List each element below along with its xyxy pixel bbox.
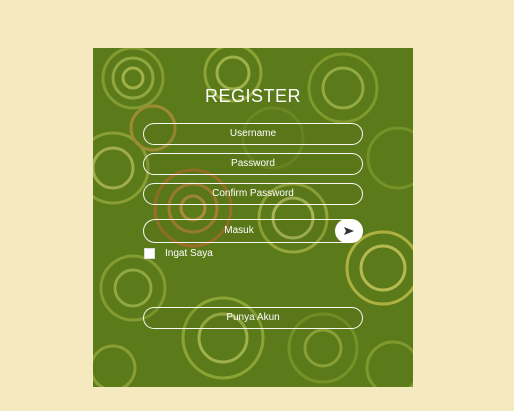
remember-me-label: Ingat Saya — [165, 248, 213, 259]
submit-button[interactable] — [335, 219, 363, 243]
send-arrow-icon — [344, 227, 354, 235]
remember-me[interactable]: Ingat Saya — [144, 248, 213, 259]
submit-label[interactable]: Masuk — [144, 220, 334, 242]
have-account-button[interactable]: Punya Akun — [143, 307, 363, 329]
submit-row[interactable]: Masuk — [143, 219, 363, 243]
password-field[interactable]: Password — [143, 153, 363, 175]
username-field[interactable]: Username — [143, 123, 363, 145]
remember-me-checkbox[interactable] — [144, 248, 155, 259]
register-card: REGISTER Username Password Confirm Passw… — [93, 48, 413, 387]
page-title: REGISTER — [204, 86, 301, 106]
confirm-password-field[interactable]: Confirm Password — [143, 183, 363, 205]
